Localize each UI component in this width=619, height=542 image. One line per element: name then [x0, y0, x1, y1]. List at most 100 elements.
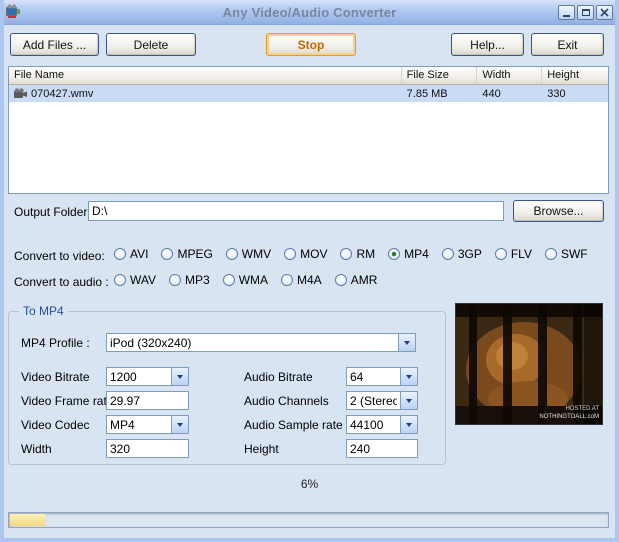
close-icon: [600, 8, 609, 17]
radio-circle: [114, 274, 126, 286]
video-bitrate-dropdown-button[interactable]: [171, 368, 188, 385]
width-label: Width: [21, 442, 52, 456]
radio-circle: [340, 248, 352, 260]
video-codec-label: Video Codec: [21, 418, 90, 432]
file-list-header: File Name File Size Width Height: [9, 67, 608, 85]
radio-circle: [169, 274, 181, 286]
audio-channels-value[interactable]: [347, 392, 400, 409]
output-folder-field: [88, 201, 504, 221]
radio-mp4[interactable]: MP4: [388, 247, 429, 261]
add-files-button[interactable]: Add Files ...: [10, 33, 99, 56]
maximize-icon: [582, 9, 590, 16]
radio-mpeg[interactable]: MPEG: [161, 247, 212, 261]
maximize-button[interactable]: [577, 5, 594, 20]
radio-avi[interactable]: AVI: [114, 247, 148, 261]
audio-channels-label: Audio Channels: [244, 394, 329, 408]
mp4-profile-select: [106, 333, 416, 352]
column-header-height[interactable]: Height: [542, 67, 608, 84]
file-height-cell: 330: [542, 88, 608, 100]
video-bitrate-value[interactable]: [107, 368, 171, 385]
radio-flv[interactable]: FLV: [495, 247, 532, 261]
radio-circle: [161, 248, 173, 260]
video-frame-rate-label: Video Frame rate: [21, 394, 114, 408]
mp4-profile-value[interactable]: [107, 334, 398, 351]
audio-channels-select: [346, 391, 418, 410]
radio-circle: [284, 248, 296, 260]
radio-circle: [495, 248, 507, 260]
table-row[interactable]: 070427.wmv 7.85 MB 440 330: [9, 85, 608, 102]
radio-m4a[interactable]: M4A: [281, 273, 322, 287]
preview-watermark-line1: HOSTED AT: [565, 406, 599, 412]
file-name-text: 070427.wmv: [31, 88, 93, 100]
video-bitrate-select: [106, 367, 189, 386]
column-header-file-name[interactable]: File Name: [9, 67, 402, 84]
lion-preview-image: HOSTED AT NOTHINGTOALL.coM: [456, 304, 602, 424]
chevron-down-icon: [177, 423, 183, 427]
height-label: Height: [244, 442, 279, 456]
audio-bitrate-dropdown-button[interactable]: [400, 368, 417, 385]
file-list: File Name File Size Width Height 070427.…: [8, 66, 609, 194]
audio-channels-dropdown-button[interactable]: [400, 392, 417, 409]
column-header-width[interactable]: Width: [477, 67, 542, 84]
radio-mov[interactable]: MOV: [284, 247, 327, 261]
width-input[interactable]: [107, 440, 188, 457]
file-name-cell: 070427.wmv: [9, 88, 402, 100]
progress-bar-fill: [10, 514, 46, 526]
convert-to-audio-label: Convert to audio :: [14, 275, 109, 289]
radio-circle: [335, 274, 347, 286]
radio-wma[interactable]: WMA: [223, 273, 268, 287]
chevron-down-icon: [406, 399, 412, 403]
chevron-down-icon: [406, 423, 412, 427]
audio-bitrate-select: [346, 367, 418, 386]
mp4-profile-label: MP4 Profile :: [21, 336, 90, 350]
video-codec-dropdown-button[interactable]: [171, 416, 188, 433]
height-input[interactable]: [347, 440, 417, 457]
radio-wav[interactable]: WAV: [114, 273, 156, 287]
width-field: [106, 439, 189, 458]
video-preview: HOSTED AT NOTHINGTOALL.coM: [455, 303, 603, 425]
audio-sample-rate-dropdown-button[interactable]: [400, 416, 417, 433]
exit-button[interactable]: Exit: [531, 33, 604, 56]
help-button[interactable]: Help...: [451, 33, 524, 56]
radio-amr[interactable]: AMR: [335, 273, 378, 287]
close-button[interactable]: [596, 5, 613, 20]
progress-bar: [8, 512, 609, 528]
chevron-down-icon: [406, 375, 412, 379]
height-field: [346, 439, 418, 458]
delete-button[interactable]: Delete: [106, 33, 196, 56]
radio-wmv[interactable]: WMV: [226, 247, 271, 261]
radio-circle: [281, 274, 293, 286]
minimize-button[interactable]: [558, 5, 575, 20]
radio-circle: [545, 248, 557, 260]
audio-sample-rate-label: Audio Sample rate: [244, 418, 343, 432]
audio-sample-rate-select: [346, 415, 418, 434]
audio-bitrate-value[interactable]: [347, 368, 400, 385]
radio-3gp[interactable]: 3GP: [442, 247, 482, 261]
video-frame-rate-field: [106, 391, 189, 410]
output-folder-input[interactable]: [89, 202, 503, 220]
audio-bitrate-label: Audio Bitrate: [244, 370, 313, 384]
radio-rm[interactable]: RM: [340, 247, 375, 261]
title-bar: Any Video/Audio Converter: [0, 0, 619, 25]
chevron-down-icon: [404, 341, 410, 345]
stop-button[interactable]: Stop: [266, 33, 356, 56]
column-header-file-size[interactable]: File Size: [402, 67, 478, 84]
file-width-cell: 440: [477, 88, 542, 100]
video-codec-value[interactable]: [107, 416, 171, 433]
radio-circle: [226, 248, 238, 260]
radio-circle: [388, 248, 400, 260]
video-file-icon: [14, 88, 28, 100]
mp4-settings-group: To MP4 MP4 Profile : Video Bitrate Audio…: [8, 311, 446, 465]
app-window: Any Video/Audio Converter Add Files ... …: [0, 0, 619, 542]
window-title: Any Video/Audio Converter: [0, 5, 619, 20]
convert-to-audio-options: WAV MP3 WMA M4A AMR: [114, 273, 377, 287]
video-bitrate-label: Video Bitrate: [21, 370, 90, 384]
radio-mp3[interactable]: MP3: [169, 273, 210, 287]
mp4-profile-dropdown-button[interactable]: [398, 334, 415, 351]
video-frame-rate-input[interactable]: [107, 392, 188, 409]
audio-sample-rate-value[interactable]: [347, 416, 400, 433]
radio-swf[interactable]: SWF: [545, 247, 588, 261]
browse-button[interactable]: Browse...: [513, 200, 604, 222]
preview-watermark-line2: NOTHINGTOALL.coM: [539, 414, 599, 420]
chevron-down-icon: [177, 375, 183, 379]
